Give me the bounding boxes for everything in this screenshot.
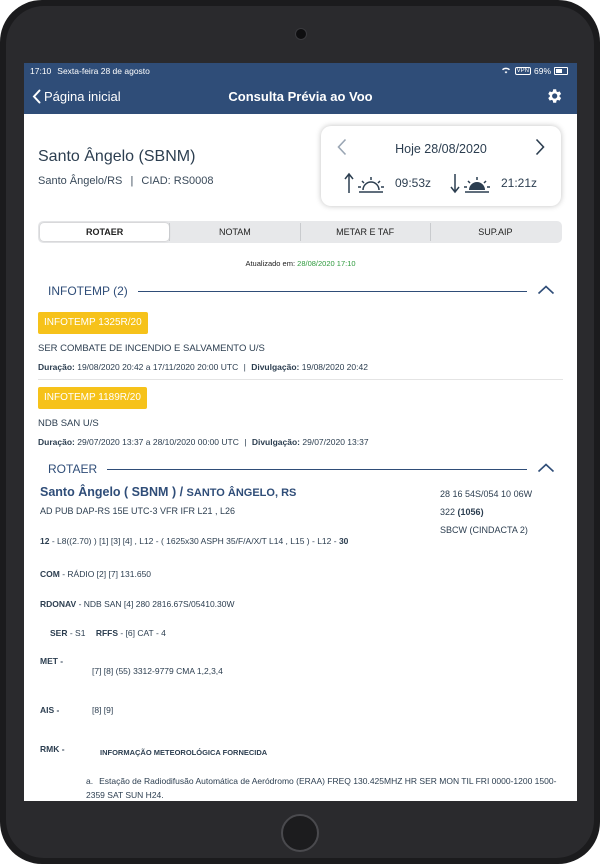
infotemp-badge: INFOTEMP 1189R/20 xyxy=(38,387,147,409)
airport-subtitle: Santo Ângelo/RS | CIAD: RS0008 xyxy=(38,175,214,187)
rotaer-rmk-item: a. Estação de Radiodifusão Automática de … xyxy=(86,776,557,800)
rotaer-met-label: MET - xyxy=(40,656,64,666)
rotaer-met: [7] [8] (55) 3312-9779 CMA 1,2,3,4 xyxy=(92,666,223,676)
rotaer-ais-label: AIS - xyxy=(40,705,60,715)
tab-metar-taf[interactable]: METAR E TAF xyxy=(299,223,430,241)
updated-label: Atualizado em: xyxy=(245,259,296,268)
tab-sup-aip[interactable]: SUP.AIP xyxy=(429,223,560,241)
rotaer-ser: SER - S1 RFFS - [6] CAT - 4 xyxy=(50,628,166,638)
rotaer-title: ROTAER xyxy=(48,462,98,476)
rotaer-fir: SBCW (CINDACTA 2) xyxy=(440,525,528,535)
status-date: Sexta-feira 28 de agosto xyxy=(57,65,150,76)
sunset-icon xyxy=(450,174,490,194)
infotemp-text: NDB SAN U/S xyxy=(38,418,99,429)
infotemp-text: SER COMBATE DE INCENDIO E SALVAMENTO U/S xyxy=(38,343,265,354)
rotaer-rmk-heading: INFORMAÇÃO METEOROLÓGICA FORNECIDA xyxy=(100,748,268,757)
home-button[interactable] xyxy=(281,814,319,852)
rotaer-com: COM - RÁDIO [2] [7] 131.650 xyxy=(40,569,152,579)
chevron-up-icon xyxy=(537,463,555,473)
tab-notam[interactable]: NOTAM xyxy=(169,223,299,241)
rotaer-section-header[interactable]: ROTAER xyxy=(48,462,563,476)
status-time: 17:10 xyxy=(30,65,52,76)
sunrise-icon xyxy=(344,172,384,193)
gear-icon xyxy=(548,89,562,103)
sunset-time: 21:21z xyxy=(501,176,538,190)
date-card: Hoje 28/08/2020 09:53z 21:21z xyxy=(321,126,561,206)
camera xyxy=(295,28,307,40)
rotaer-coordinates: 28 16 54S/054 10 06W xyxy=(440,489,533,499)
rotaer-ais: [8] [9] xyxy=(92,705,114,715)
rotaer-runway: 12 - L8((2.70) ) [1] [3] [4] , L12 - ( 1… xyxy=(40,536,349,546)
sunrise: 09:53z xyxy=(343,172,431,194)
selected-date: Hoje 28/08/2020 xyxy=(395,142,487,156)
status-bar: 17:10 Sexta-feira 28 de agosto VPN 69% xyxy=(24,63,577,78)
infotemp-badge: INFOTEMP 1325R/20 xyxy=(38,312,148,334)
sunrise-time: 09:53z xyxy=(395,176,432,190)
updated-timestamp: Atualizado em: 28/08/2020 17:10 xyxy=(24,259,577,268)
infotemp-meta: Duração: 19/08/2020 20:42 a 17/11/2020 2… xyxy=(38,362,368,372)
collapse-infotemp-button[interactable] xyxy=(537,284,555,298)
chevron-up-icon xyxy=(537,285,555,295)
infotemp-title: INFOTEMP (2) xyxy=(48,284,128,298)
airport-city: Santo Ângelo/RS xyxy=(38,175,123,187)
updated-value: 28/08/2020 17:10 xyxy=(297,259,356,268)
rotaer-airport-subtitle: AD PUB DAP-RS 15E UTC-3 VFR IFR L21 , L2… xyxy=(40,506,236,516)
airport-ciad: CIAD: RS0008 xyxy=(141,175,214,187)
divider xyxy=(38,379,563,380)
chevron-left-icon xyxy=(32,89,41,103)
tablet-frame: 17:10 Sexta-feira 28 de agosto VPN 69% P… xyxy=(0,0,600,864)
back-label: Página inicial xyxy=(44,88,121,104)
chevron-right-icon xyxy=(535,138,545,156)
wifi-icon xyxy=(501,66,511,76)
airport-name: Santo Ângelo (SBNM) xyxy=(38,148,196,165)
rotaer-rmk-label: RMK - xyxy=(40,744,65,754)
sunset: 21:21z xyxy=(449,172,537,194)
infotemp-meta: Duração: 29/07/2020 13:37 a 28/10/2020 0… xyxy=(38,437,369,447)
battery-icon xyxy=(554,66,568,75)
collapse-rotaer-button[interactable] xyxy=(537,462,555,476)
tab-rotaer[interactable]: ROTAER xyxy=(40,223,170,241)
tab-bar: ROTAER NOTAM METAR E TAF SUP.AIP xyxy=(38,221,562,243)
rotaer-airport-title: Santo Ângelo ( SBNM ) / SANTO ÂNGELO, RS xyxy=(40,485,297,499)
infotemp-section-header[interactable]: INFOTEMP (2) xyxy=(48,284,563,298)
vpn-badge: VPN xyxy=(514,66,531,75)
rotaer-rdonav: RDONAV - NDB SAN [4] 280 2816.67S/05410.… xyxy=(40,599,235,609)
battery-percent: 69% xyxy=(533,65,551,76)
settings-button[interactable] xyxy=(545,87,563,110)
app-screen: 17:10 Sexta-feira 28 de agosto VPN 69% P… xyxy=(24,63,577,801)
nav-bar: Página inicial Consulta Prévia ao Voo xyxy=(24,78,577,114)
rotaer-elevation: 322 (1056) xyxy=(440,507,484,517)
back-button[interactable]: Página inicial xyxy=(32,89,121,104)
next-day-button[interactable] xyxy=(535,138,545,161)
